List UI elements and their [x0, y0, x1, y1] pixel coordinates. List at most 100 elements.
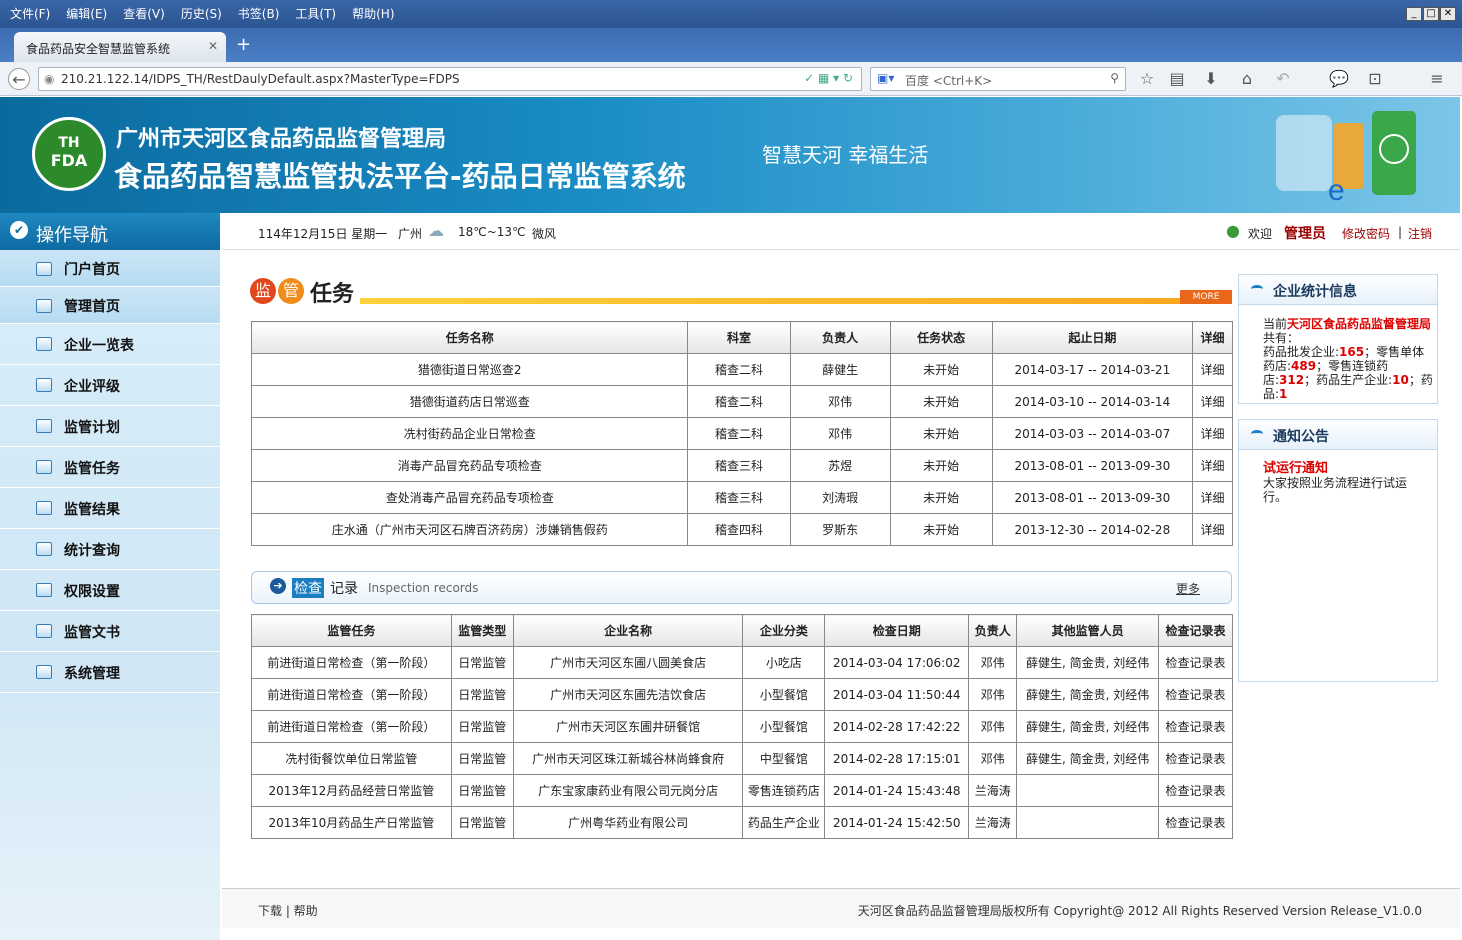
table-cell: 日常监管 [450, 646, 514, 679]
cloud-icon: ☁ [428, 221, 444, 240]
footer-links[interactable]: 下载 | 帮助 [258, 902, 318, 919]
detail-link[interactable]: 详细 [1191, 385, 1234, 418]
sidebar-item[interactable]: 系统管理 [0, 653, 220, 693]
title-badge-a: 监 [250, 278, 276, 304]
svg-text:e: e [1328, 174, 1345, 205]
stats-title: 企业统计信息 [1273, 284, 1357, 300]
panel-arc-icon [1251, 285, 1263, 293]
reload-icon[interactable]: ✓ ▦ ▾ ↻ [804, 71, 853, 85]
sidebar-item[interactable]: 监管结果 [0, 489, 220, 529]
search-input[interactable]: ▣▾ 百度 <Ctrl+K> ⚲ [870, 67, 1126, 91]
back-button[interactable]: ← [8, 68, 30, 90]
browser-tab[interactable]: 食品药品安全智慧监管系统 ✕ [14, 32, 226, 62]
site-info-icon[interactable]: ◉ [44, 72, 54, 86]
new-tab-button[interactable]: + [236, 34, 251, 55]
table-cell: 2013年12月药品经营日常监管 [251, 774, 452, 807]
close-button[interactable]: ✕ [1440, 7, 1456, 21]
detail-link[interactable]: 检查记录表 [1158, 774, 1233, 807]
menu-item[interactable]: 书签(B) [230, 0, 288, 28]
detail-link[interactable]: 详细 [1191, 417, 1234, 450]
notice-panel: 通知公告 试运行通知 大家按照业务流程进行试运行。 [1238, 419, 1438, 682]
username: 管理员 [1284, 226, 1326, 242]
tab-close-icon[interactable]: ✕ [208, 39, 218, 53]
menu-item[interactable]: 工具(T) [287, 0, 344, 28]
column-header: 负责人 [968, 614, 1018, 647]
table-row: 2013年10月药品生产日常监管 日常监管 广州粤华药业有限公司 药品生产企业 2014… [251, 806, 1233, 839]
detail-link[interactable]: 检查记录表 [1158, 742, 1233, 775]
menu-icon[interactable]: ≡ [1426, 68, 1448, 90]
undo-icon[interactable]: ↶ [1272, 68, 1294, 90]
table-cell: 薛健生 [789, 353, 891, 386]
menu-item[interactable]: 文件(F) [2, 0, 58, 28]
notice-item-title[interactable]: 试运行通知 [1263, 462, 1429, 476]
sidebar-item[interactable]: 企业评级 [0, 366, 220, 406]
column-header: 详细 [1191, 321, 1234, 354]
table-cell: 2014-01-24 15:43:48 [824, 774, 970, 807]
reader-icon[interactable]: ▤ [1166, 68, 1188, 90]
stats-value: 489 [1291, 359, 1317, 373]
sidebar-item-label: 统计查询 [64, 543, 120, 559]
table-cell: 日常监管 [450, 678, 514, 711]
detail-link[interactable]: 详细 [1191, 449, 1234, 482]
menu-item[interactable]: 编辑(E) [58, 0, 115, 28]
detail-link[interactable]: 详细 [1191, 353, 1234, 386]
sidebar-item[interactable]: 管理首页 [0, 287, 220, 324]
detail-link[interactable]: 详细 [1191, 481, 1234, 514]
table-cell: 广州市天河区珠江新城谷林尚蜂食府 [512, 742, 744, 775]
column-header: 监管类型 [450, 614, 514, 647]
sidebar-item[interactable]: 企业一览表 [0, 325, 220, 365]
city-text: 广州 [398, 227, 423, 241]
search-icon[interactable]: ⚲ [1110, 71, 1119, 85]
download-icon[interactable]: ⬇ [1200, 68, 1222, 90]
sidebar-item[interactable]: 监管任务 [0, 448, 220, 488]
crop-icon[interactable]: ⊡ [1364, 68, 1386, 90]
table-cell: 稽查三科 [687, 449, 791, 482]
detail-link[interactable]: 详细 [1191, 513, 1234, 546]
maximize-button[interactable]: □ [1423, 7, 1439, 21]
menu-item[interactable]: 历史(S) [173, 0, 230, 28]
sidebar-item[interactable]: 统计查询 [0, 530, 220, 570]
separator: | [1398, 225, 1403, 239]
more-button[interactable]: MORE [1180, 290, 1232, 304]
title-badge-b: 管 [278, 278, 304, 304]
sidebar-item[interactable]: 监管文书 [0, 612, 220, 652]
table-cell: 广州粤华药业有限公司 [512, 806, 744, 839]
stats-label: ；药品生产企业: [1304, 373, 1393, 387]
table-cell: 日常监管 [450, 742, 514, 775]
change-password-link[interactable]: 修改密码 [1342, 225, 1390, 242]
records-more-link[interactable]: 更多 [1176, 580, 1200, 597]
footer-copyright: 天河区食品药品监督管理局版权所有 Copyright@ 2012 All Rig… [857, 904, 1422, 918]
table-cell: 前进街道日常检查（第一阶段） [251, 678, 452, 711]
arrow-right-icon: ➔ [270, 578, 286, 594]
detail-link[interactable]: 检查记录表 [1158, 678, 1233, 711]
menu-item[interactable]: 查看(V) [115, 0, 173, 28]
home-icon[interactable]: ⌂ [1236, 68, 1258, 90]
detail-link[interactable]: 检查记录表 [1158, 646, 1233, 679]
table-cell: 零售连锁药店 [742, 774, 826, 807]
table-cell: 邓伟 [789, 385, 891, 418]
chat-icon[interactable]: 💬 [1328, 68, 1350, 90]
table-cell: 冼村街餐饮单位日常监管 [251, 742, 452, 775]
table-cell: 兰海涛 [968, 774, 1018, 807]
panel-arc-icon [1251, 430, 1263, 438]
logout-link[interactable]: 注销 [1408, 225, 1432, 242]
url-bar[interactable]: ◉ 210.21.122.14/IDPS_TH/RestDaulyDefault… [38, 67, 862, 91]
detail-link[interactable]: 检查记录表 [1158, 806, 1233, 839]
sidebar-item[interactable]: 权限设置 [0, 571, 220, 611]
detail-link[interactable]: 检查记录表 [1158, 710, 1233, 743]
sidebar-item[interactable]: 门户首页 [0, 250, 220, 287]
folder-icon [36, 460, 52, 474]
sidebar-item-label: 企业评级 [64, 379, 120, 395]
search-engine-icon[interactable]: ▣▾ [877, 71, 894, 85]
column-header: 起止日期 [991, 321, 1193, 354]
table-cell: 未开始 [889, 385, 993, 418]
sidebar-item[interactable]: 监管计划 [0, 407, 220, 447]
bookmark-star-icon[interactable]: ☆ [1136, 68, 1158, 90]
minimize-button[interactable]: _ [1406, 7, 1422, 21]
menu-item[interactable]: 帮助(H) [344, 0, 402, 28]
table-cell: 广东宝家康药业有限公司元岗分店 [512, 774, 744, 807]
browser-menubar: 文件(F) 编辑(E) 查看(V) 历史(S) 书签(B) 工具(T) 帮助(H) _ □ ✕ [0, 0, 1462, 28]
wind-text: 微风 [532, 227, 557, 241]
table-cell: 2014-01-24 15:42:50 [824, 806, 970, 839]
table-cell: 刘涛瑕 [789, 481, 891, 514]
